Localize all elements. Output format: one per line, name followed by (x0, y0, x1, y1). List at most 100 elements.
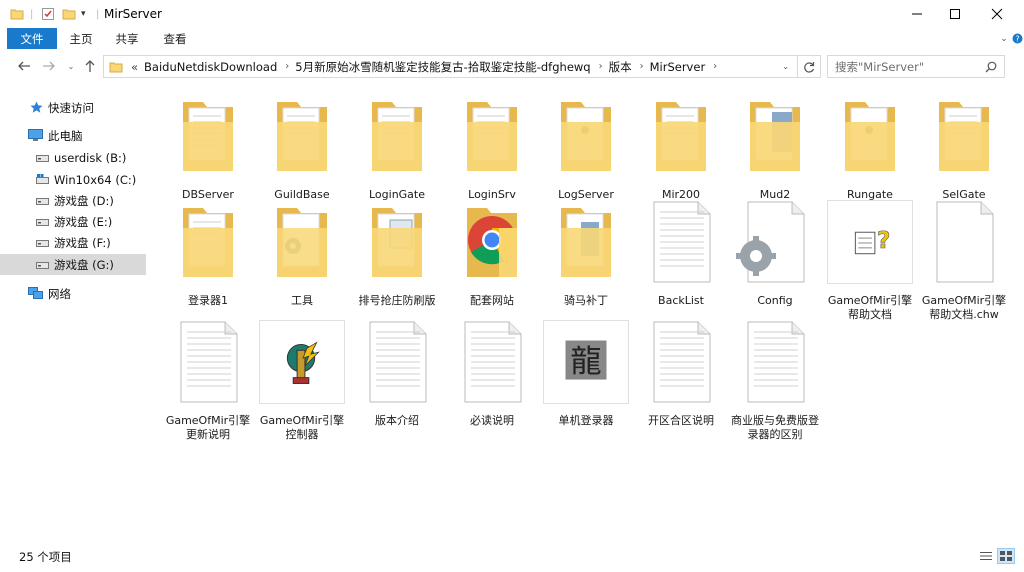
folder-icon (277, 208, 327, 277)
drive-icon (36, 197, 49, 205)
folder-icon (183, 102, 233, 171)
star-icon (30, 101, 43, 113)
details-view-icon (980, 552, 992, 560)
svg-text:?: ? (1015, 35, 1019, 44)
item-label: 工具 (291, 294, 313, 307)
details-view-button[interactable] (977, 548, 995, 564)
help-document-icon: ? (827, 200, 913, 284)
properties-icon[interactable] (41, 6, 55, 22)
tab-home[interactable]: 主页 (64, 28, 98, 49)
computer-icon (28, 129, 43, 141)
breadcrumb-baidunetdiskdownload[interactable]: BaiduNetdiskDownload (144, 60, 277, 74)
item-label: GameOfMir引擎控制器 (259, 414, 345, 441)
item-label: 开区合区说明 (648, 414, 714, 427)
drive-icon (36, 239, 49, 247)
maximize-button[interactable] (932, 0, 978, 28)
forward-arrow-icon (43, 61, 55, 71)
item-label: GameOfMir引擎更新说明 (165, 414, 251, 441)
svg-text:龍: 龍 (570, 344, 601, 380)
ribbon-tabs: 文件 主页 共享 查看 ⌄ ? (0, 28, 1024, 49)
status-bar: 25 个项目 (0, 546, 1024, 572)
nav-drive-c[interactable]: Win10x64 (C:) (0, 169, 146, 190)
customize-dropdown-icon[interactable]: ▾ (81, 6, 86, 22)
nav-drive-g-label: 游戏盘 (G:) (54, 257, 114, 272)
large-icons-view-button[interactable] (997, 548, 1015, 564)
tab-view[interactable]: 查看 (158, 28, 192, 49)
recent-locations-icon[interactable]: ⌄ (62, 56, 80, 76)
nav-drive-c-label: Win10x64 (C:) (54, 172, 137, 187)
title-bar: | ▾ | MirServer (0, 0, 1024, 28)
item-label: 必读说明 (470, 414, 514, 427)
new-folder-icon[interactable] (62, 6, 76, 22)
separator: | (96, 8, 100, 20)
folder-icon (372, 102, 422, 171)
forward-button[interactable] (40, 56, 58, 76)
close-button[interactable] (974, 0, 1020, 28)
address-dropdown-icon[interactable]: ⌄ (782, 62, 789, 71)
windows-drive-icon (36, 174, 49, 184)
folder-icon (845, 102, 895, 171)
nav-drive-f-label: 游戏盘 (F:) (54, 235, 111, 250)
file-list: DBServer GuildBase LoginGate LoginSrv Lo… (150, 84, 1024, 540)
drive-icon (36, 154, 49, 162)
nav-quick-access[interactable]: 快速访问 (0, 97, 146, 118)
drive-icon (36, 261, 49, 269)
breadcrumb-mirserver[interactable]: MirServer (650, 60, 706, 74)
breadcrumb-overflow[interactable]: « (131, 60, 138, 74)
item-label: 商业版与免费版登录器的区别 (731, 414, 819, 441)
svg-text:?: ? (877, 226, 891, 254)
help-icon[interactable]: ? (1011, 28, 1023, 49)
breadcrumb-banben[interactable]: 版本 (609, 59, 632, 75)
folder-icon (10, 6, 24, 22)
refresh-icon (804, 61, 815, 73)
item-label: 登录器1 (188, 294, 228, 307)
large-icons-view-icon (1000, 551, 1012, 561)
text-file-icon (653, 201, 711, 283)
config-file-icon (736, 201, 805, 283)
folder-icon (277, 102, 327, 171)
window-title: MirServer (104, 7, 162, 21)
folder-icon (183, 208, 233, 277)
search-box[interactable]: 搜索"MirServer" (827, 55, 1005, 78)
nav-drive-b[interactable]: userdisk (B:) (0, 147, 146, 168)
nav-drive-g[interactable]: 游戏盘 (G:) (0, 254, 146, 275)
item-label: Config (757, 294, 793, 307)
item-label: GameOfMir引擎帮助文档.chw (921, 294, 1007, 321)
back-arrow-icon (18, 61, 30, 71)
search-icon (985, 61, 997, 73)
separator: | (30, 8, 34, 20)
chevron-right-icon[interactable]: › (285, 61, 289, 72)
tab-share[interactable]: 共享 (110, 28, 144, 49)
nav-drive-b-label: userdisk (B:) (54, 150, 127, 165)
back-button[interactable] (15, 56, 33, 76)
maximize-icon (950, 9, 960, 19)
navigation-pane: 快速访问 此电脑 userdisk (B:) Win10x64 (C:) 游戏盘… (0, 84, 150, 540)
chevron-right-icon[interactable]: › (713, 61, 717, 72)
network-icon (28, 287, 43, 299)
nav-this-pc-label: 此电脑 (48, 128, 83, 143)
chevron-right-icon[interactable]: › (640, 61, 644, 72)
address-bar[interactable]: « BaiduNetdiskDownload › 5月新原始冰雪随机鉴定技能复古… (103, 55, 821, 78)
search-placeholder: 搜索"MirServer" (835, 59, 925, 74)
refresh-button[interactable] (798, 61, 820, 73)
expand-ribbon-icon[interactable]: ⌄ (996, 28, 1012, 49)
folder-icon (656, 102, 706, 171)
nav-network[interactable]: 网络 (0, 283, 146, 304)
nav-drive-f[interactable]: 游戏盘 (F:) (0, 232, 146, 253)
nav-this-pc[interactable]: 此电脑 (0, 125, 146, 146)
up-arrow-icon (85, 60, 95, 72)
folder-icon (750, 102, 800, 171)
controller-app-icon (259, 320, 345, 404)
breadcrumb-version-root[interactable]: 5月新原始冰雪随机鉴定技能复古-拾取鉴定技能-dfghewq (295, 59, 590, 75)
folder-icon (467, 102, 517, 171)
tab-file[interactable]: 文件 (7, 28, 57, 49)
folder-icon (561, 102, 611, 171)
item-label: 单机登录器 (558, 414, 614, 427)
text-file-icon (180, 321, 238, 403)
nav-drive-e[interactable]: 游戏盘 (E:) (0, 211, 146, 232)
up-button[interactable] (81, 56, 99, 76)
nav-drive-d[interactable]: 游戏盘 (D:) (0, 190, 146, 211)
drive-icon (36, 218, 49, 226)
dragon-app-icon: 龍 (543, 320, 629, 404)
chevron-right-icon[interactable]: › (599, 61, 603, 72)
